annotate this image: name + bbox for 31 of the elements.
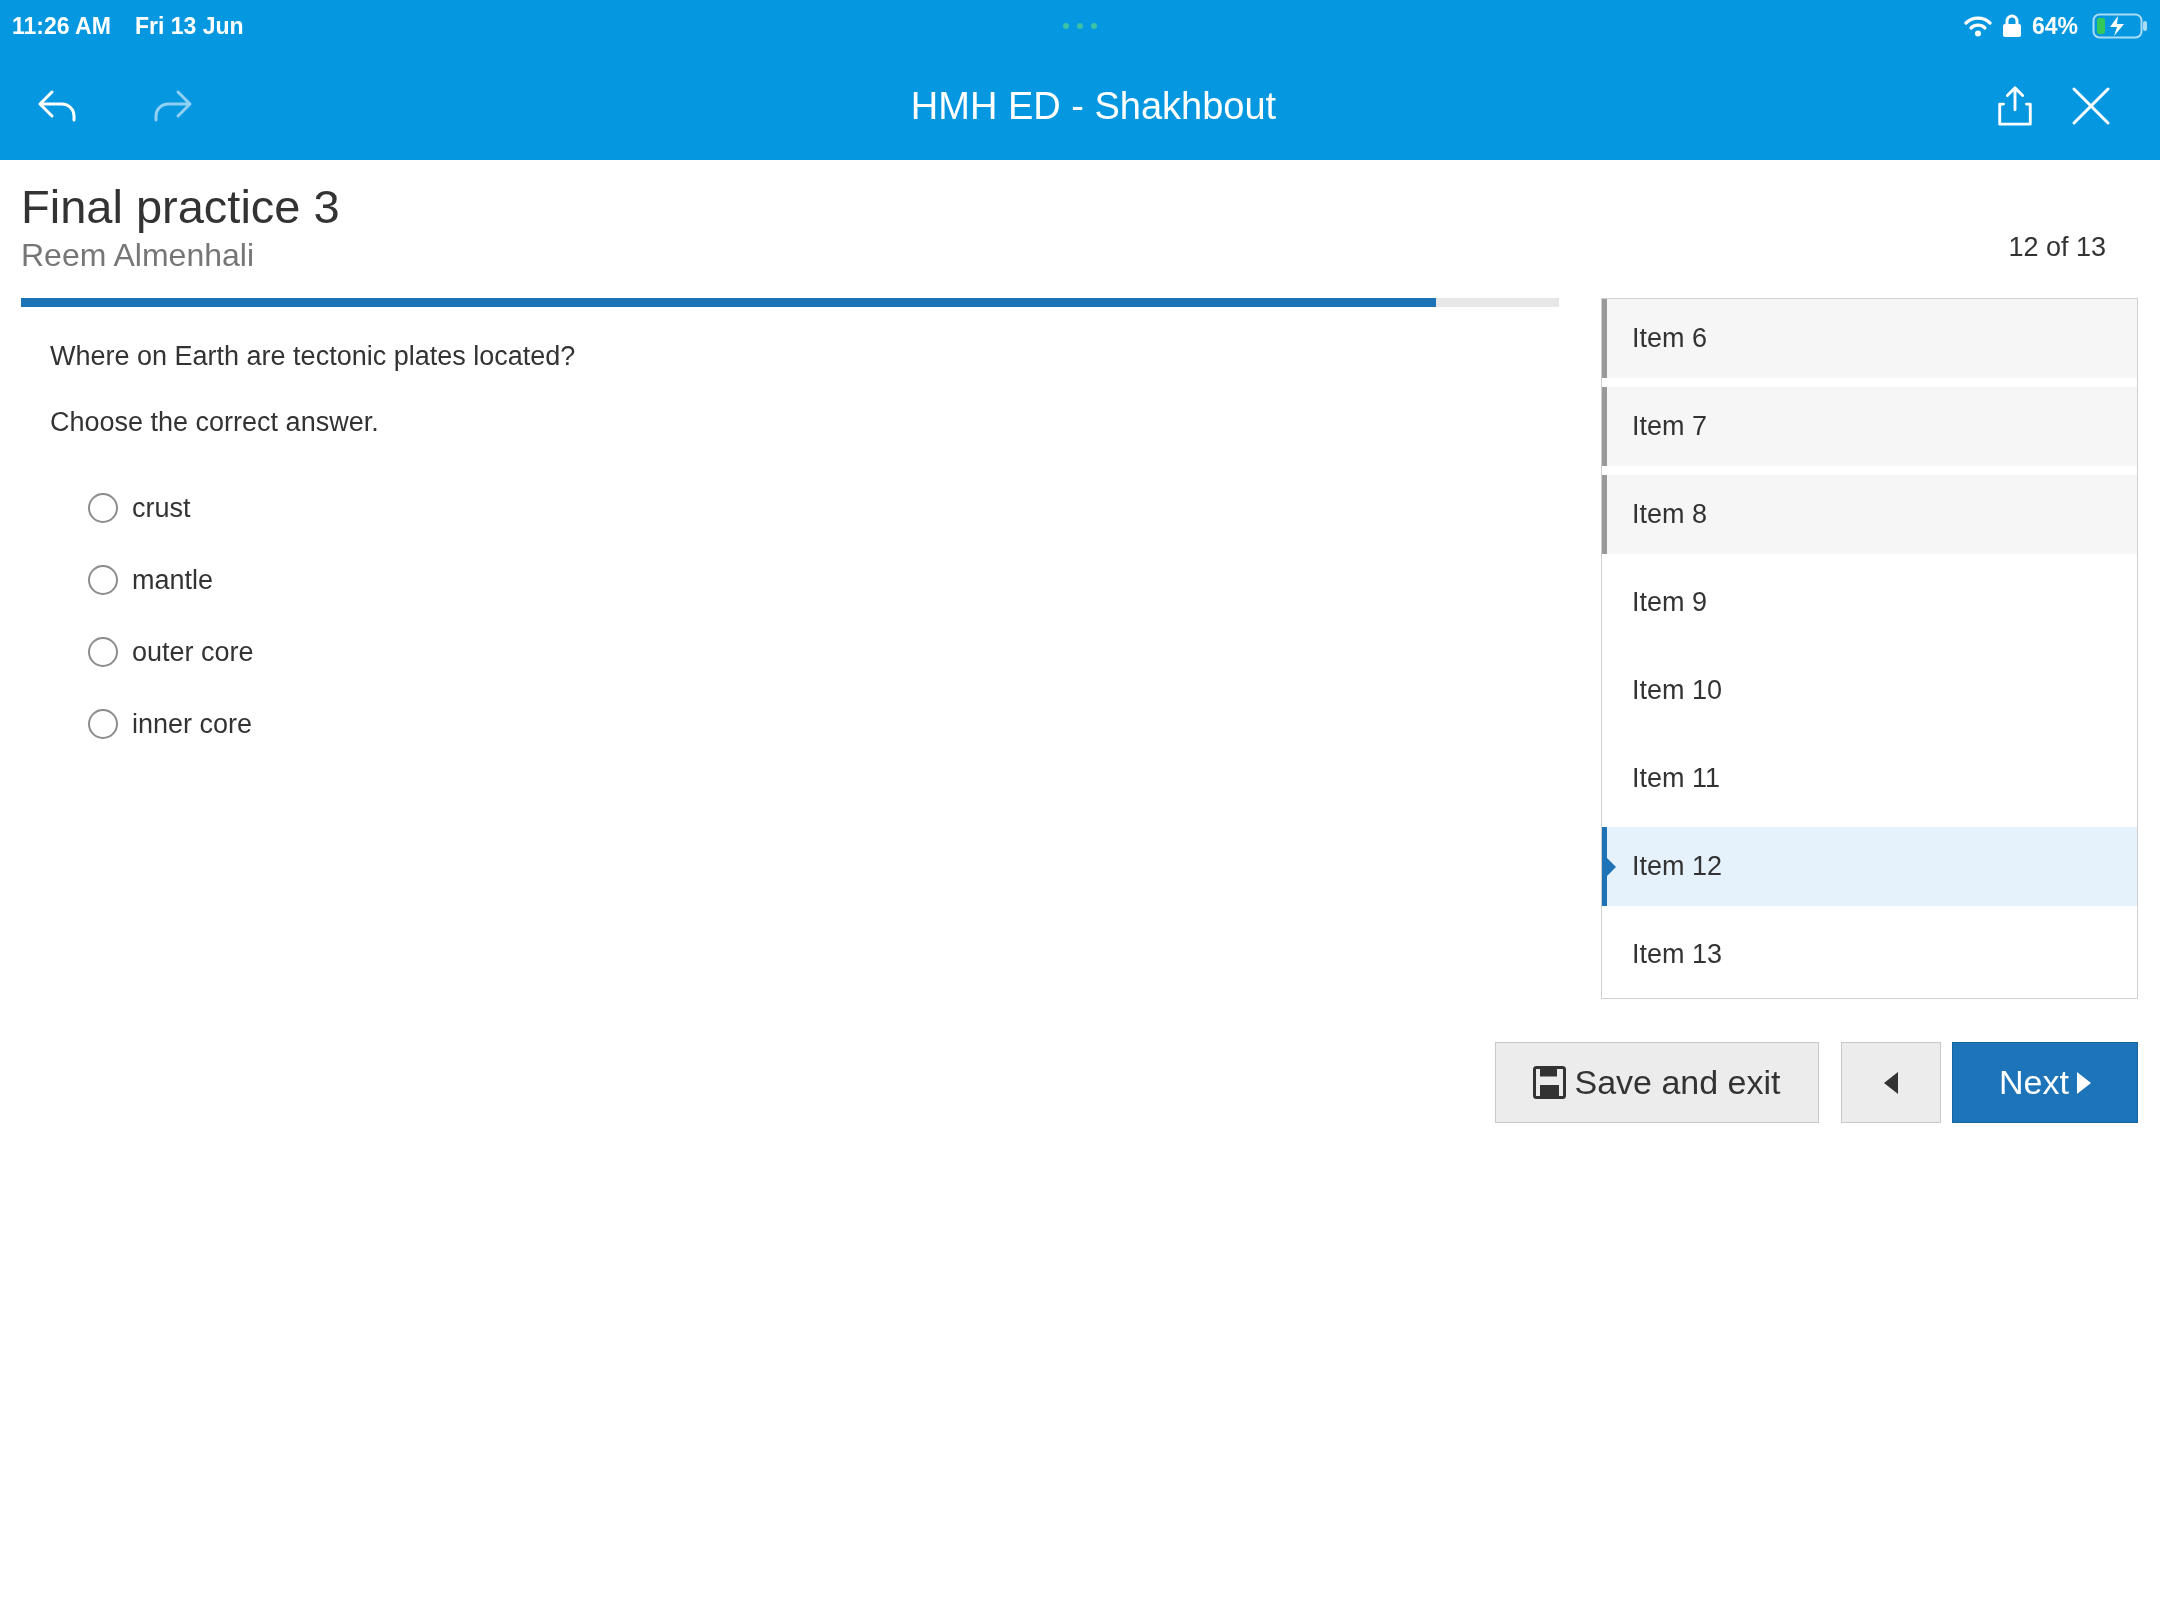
question-prompt: Where on Earth are tectonic plates located? [50,340,577,372]
close-icon[interactable] [2071,85,2111,127]
option-label[interactable]: outer core [132,636,254,668]
radio-button[interactable] [88,709,118,739]
item-list-row[interactable]: Item 6 [1602,299,2137,378]
dots-icon [1060,22,1100,30]
battery-percent: 64% [2031,12,2078,40]
item-list-row[interactable]: Item 12 [1602,827,2137,906]
save-and-exit-button[interactable]: Save and exit [1495,1042,1819,1123]
caret-right-icon [2076,1071,2091,1094]
option-label[interactable]: inner core [132,708,253,740]
next-button[interactable]: Next [1952,1042,2138,1123]
option-label[interactable]: mantle [132,564,214,596]
share-icon[interactable] [1995,85,2035,127]
item-list-row[interactable]: Item 7 [1602,387,2137,466]
caret-left-icon [1884,1071,1898,1094]
item-list-row[interactable]: Item 8 [1602,475,2137,554]
assignment-title: Final practice 3 [21,180,340,234]
pointer-icon [1607,858,1616,876]
app-title: HMH ED - Shakhbout [909,84,1277,128]
battery-icon [2092,13,2148,39]
wifi-icon [1963,15,1992,37]
radio-button[interactable] [88,565,118,595]
question-instruction: Choose the correct answer. [50,406,380,438]
radio-button[interactable] [88,637,118,667]
status-date: Fri 13 Jun [134,12,244,40]
student-name: Reem Almenhali [21,236,255,274]
radio-button[interactable] [88,493,118,523]
option-label[interactable]: crust [132,492,191,524]
item-position: 12 of 13 [2008,232,2106,263]
status-time: 11:26 AM [12,12,111,40]
